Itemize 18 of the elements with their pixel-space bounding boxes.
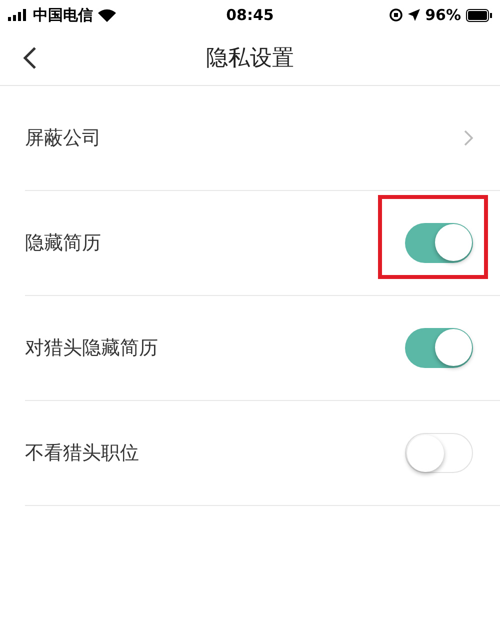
toggle-switch[interactable] — [405, 328, 473, 368]
wifi-icon — [98, 8, 116, 22]
setting-label: 不看猎头职位 — [25, 441, 139, 466]
location-arrow-icon — [408, 9, 420, 21]
setting-label: 隐藏简历 — [25, 231, 101, 256]
toggle-switch[interactable] — [405, 433, 473, 473]
back-icon[interactable] — [22, 46, 38, 70]
battery-icon — [466, 8, 492, 22]
carrier-name: 中国电信 — [33, 6, 93, 24]
setting-label: 对猎头隐藏简历 — [25, 336, 158, 361]
rotation-lock-icon — [389, 8, 404, 22]
chevron-right-icon[interactable] — [463, 130, 473, 146]
setting-label: 屏蔽公司 — [25, 126, 101, 151]
status-time: 08:45 — [226, 6, 274, 24]
toggle-switch[interactable] — [405, 223, 473, 263]
signal-icon — [8, 9, 28, 21]
page-title: 隐私设置 — [206, 44, 294, 72]
battery-percent: 96% — [425, 6, 461, 24]
